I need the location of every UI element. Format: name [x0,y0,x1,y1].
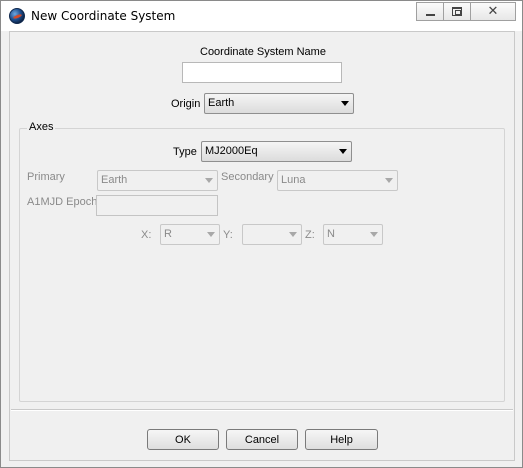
minimize-icon [425,13,435,16]
chevron-down-icon [385,178,393,183]
caption-buttons: ✕ [416,2,516,21]
secondary-label: Secondary [221,171,274,183]
primary-value: Earth [101,174,128,186]
secondary-value: Luna [281,174,306,186]
y-axis-label: Y: [223,229,233,241]
y-axis-dropdown[interactable] [242,224,302,245]
primary-label: Primary [27,171,65,183]
primary-dropdown[interactable]: Earth [97,170,218,191]
maximize-button[interactable] [443,2,471,21]
button-bar-separator [11,409,513,411]
help-button[interactable]: Help [305,429,378,450]
axis-type-label: Type [173,146,197,158]
chevron-down-icon [207,232,215,237]
close-icon: ✕ [487,4,499,19]
axis-type-dropdown[interactable]: MJ2000Eq [201,141,352,162]
chevron-down-icon [339,149,347,154]
chevron-down-icon [205,178,213,183]
coordinate-system-name-input[interactable] [182,62,342,83]
x-axis-label: X: [141,229,152,241]
coordinate-system-name-label: Coordinate System Name [200,46,326,58]
new-coordinate-system-dialog: New Coordinate System ✕ Coordinate Syste… [0,0,523,468]
axes-groupbox [19,128,505,402]
a1mjd-epoch-input[interactable] [96,195,218,216]
ok-button[interactable]: OK [147,429,219,450]
chevron-down-icon [341,101,349,106]
title-bar[interactable]: New Coordinate System ✕ [1,1,522,31]
chevron-down-icon [370,232,378,237]
axes-group-label: Axes [27,121,56,133]
x-axis-dropdown[interactable]: R [160,224,220,245]
axis-type-value: MJ2000Eq [205,145,258,157]
z-axis-value: N [327,228,335,240]
z-axis-dropdown[interactable]: N [323,224,383,245]
maximize-icon [452,7,462,16]
minimize-button[interactable] [416,2,444,21]
window-title: New Coordinate System [31,9,176,23]
a1mjd-epoch-label: A1MJD Epoch [27,196,98,208]
x-axis-value: R [164,228,172,240]
z-axis-label: Z: [305,229,315,241]
close-button[interactable]: ✕ [470,2,516,21]
globe-app-icon [9,8,25,24]
secondary-dropdown[interactable]: Luna [277,170,398,191]
cancel-button[interactable]: Cancel [226,429,298,450]
origin-label: Origin [171,98,201,110]
origin-value: Earth [208,97,235,109]
chevron-down-icon [289,232,297,237]
origin-dropdown[interactable]: Earth [204,93,354,114]
